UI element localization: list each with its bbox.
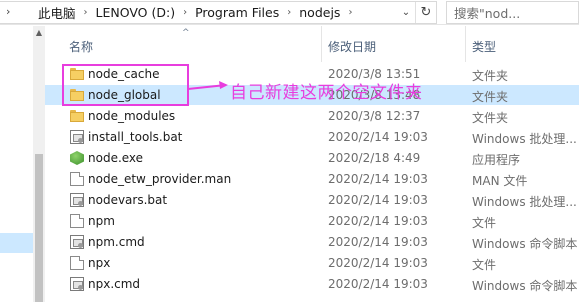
file-type: Windows 批处理...	[472, 195, 577, 209]
folder-icon	[70, 109, 84, 123]
file-type: Windows 批处理...	[472, 132, 577, 146]
file-type: 文件夹	[472, 111, 509, 125]
file-row[interactable]: npx 2020/2/14 19:03 文件	[45, 253, 579, 273]
column-header-type[interactable]: 类型	[472, 38, 496, 55]
breadcrumb-program-files[interactable]: Program Files	[193, 5, 281, 20]
file-name: install_tools.bat	[88, 130, 183, 144]
file-type: Windows 命令脚本	[472, 237, 578, 251]
file-date: 2020/3/8 12:37	[328, 109, 421, 123]
nodejs-exe-icon	[70, 151, 84, 165]
breadcrumb-separator-icon[interactable]: ›	[342, 7, 358, 18]
breadcrumb-this-pc[interactable]: 此电脑	[36, 3, 78, 22]
breadcrumb-separator-icon[interactable]: ›	[78, 7, 94, 18]
file-name: npx.cmd	[88, 277, 141, 291]
column-divider[interactable]	[321, 26, 322, 62]
file-row[interactable]: node_modules 2020/3/8 12:37 文件夹	[45, 106, 579, 126]
file-type: MAN 文件	[472, 174, 528, 188]
breadcrumb-separator-icon[interactable]: ›	[177, 7, 193, 18]
file-row[interactable]: node_etw_provider.man 2020/2/14 19:03 MA…	[45, 169, 579, 189]
annotation-arrow-icon	[187, 81, 228, 90]
file-date: 2020/2/14 19:03	[328, 193, 428, 207]
file-date: 2020/2/14 19:03	[328, 172, 428, 186]
breadcrumb-drive-d[interactable]: LENOVO (D:)	[94, 5, 178, 20]
navigation-selected-item[interactable]	[0, 233, 33, 253]
file-name: node_etw_provider.man	[88, 172, 232, 186]
file-row[interactable]: npm.cmd 2020/2/14 19:03 Windows 命令脚本	[45, 232, 579, 252]
annotation-highlight-box	[62, 64, 189, 106]
file-icon	[70, 256, 84, 270]
column-header-date[interactable]: 修改日期	[328, 38, 376, 55]
column-header: ^ 名称 修改日期 类型	[45, 26, 579, 62]
file-date: 2020/2/14 19:03	[328, 214, 428, 228]
file-type: 文件	[472, 258, 497, 272]
navigation-scrollbar[interactable]: ▲	[33, 26, 45, 302]
file-date: 2020/2/14 19:03	[328, 130, 428, 144]
search-input[interactable]: 搜索"nod...	[446, 1, 579, 24]
file-row[interactable]: nodevars.bat 2020/2/14 19:03 Windows 批处理…	[45, 190, 579, 210]
file-type: 文件	[472, 216, 497, 230]
file-row[interactable]: npx.cmd 2020/2/14 19:03 Windows 命令脚本	[45, 274, 579, 294]
annotation-text: 自己新建这两个空文件夹	[230, 83, 423, 103]
batch-file-icon	[70, 235, 84, 249]
breadcrumb-nodejs[interactable]: nodejs	[297, 5, 342, 20]
file-type: 文件夹	[472, 90, 509, 104]
batch-file-icon	[70, 130, 84, 144]
address-bar-row: › 此电脑 › LENOVO (D:) › Program Files › no…	[0, 0, 579, 25]
file-type: 文件夹	[472, 69, 509, 83]
file-name: node_modules	[88, 109, 176, 123]
refresh-icon[interactable]: ↻	[415, 2, 436, 23]
address-bar[interactable]: › 此电脑 › LENOVO (D:) › Program Files › no…	[0, 1, 437, 24]
scrollbar-thumb[interactable]	[35, 154, 43, 302]
batch-file-icon	[70, 277, 84, 291]
file-name: node.exe	[88, 151, 144, 165]
address-history-dropdown-icon[interactable]: ⌄	[398, 2, 414, 23]
file-date: 2020/2/14 19:03	[328, 256, 428, 270]
file-name: npm.cmd	[88, 235, 145, 249]
file-name: npm	[88, 214, 115, 228]
scroll-up-arrow-icon[interactable]: ▲	[33, 28, 45, 37]
file-type: Windows 命令脚本	[472, 279, 578, 293]
column-divider[interactable]	[465, 26, 466, 62]
file-row[interactable]: install_tools.bat 2020/2/14 19:03 Window…	[45, 127, 579, 147]
file-row[interactable]: node.exe 2020/2/18 4:49 应用程序	[45, 148, 579, 168]
sort-ascending-icon: ^	[182, 28, 190, 38]
column-header-name[interactable]: 名称	[69, 38, 93, 55]
file-row[interactable]: npm 2020/2/14 19:03 文件	[45, 211, 579, 231]
address-leading: ›	[0, 2, 36, 23]
file-icon	[70, 172, 84, 186]
search-placeholder: 搜索"nod...	[454, 6, 521, 21]
file-name: npx	[88, 256, 111, 270]
file-date: 2020/2/18 4:49	[328, 151, 421, 165]
chevron-right-icon[interactable]: ›	[6, 5, 10, 18]
file-name: nodevars.bat	[88, 193, 168, 207]
batch-file-icon	[70, 193, 84, 207]
file-date: 2020/2/14 19:03	[328, 235, 428, 249]
file-icon	[70, 214, 84, 228]
file-type: 应用程序	[472, 153, 521, 167]
breadcrumb-separator-icon[interactable]: ›	[281, 7, 297, 18]
file-date: 2020/2/14 19:03	[328, 277, 428, 291]
